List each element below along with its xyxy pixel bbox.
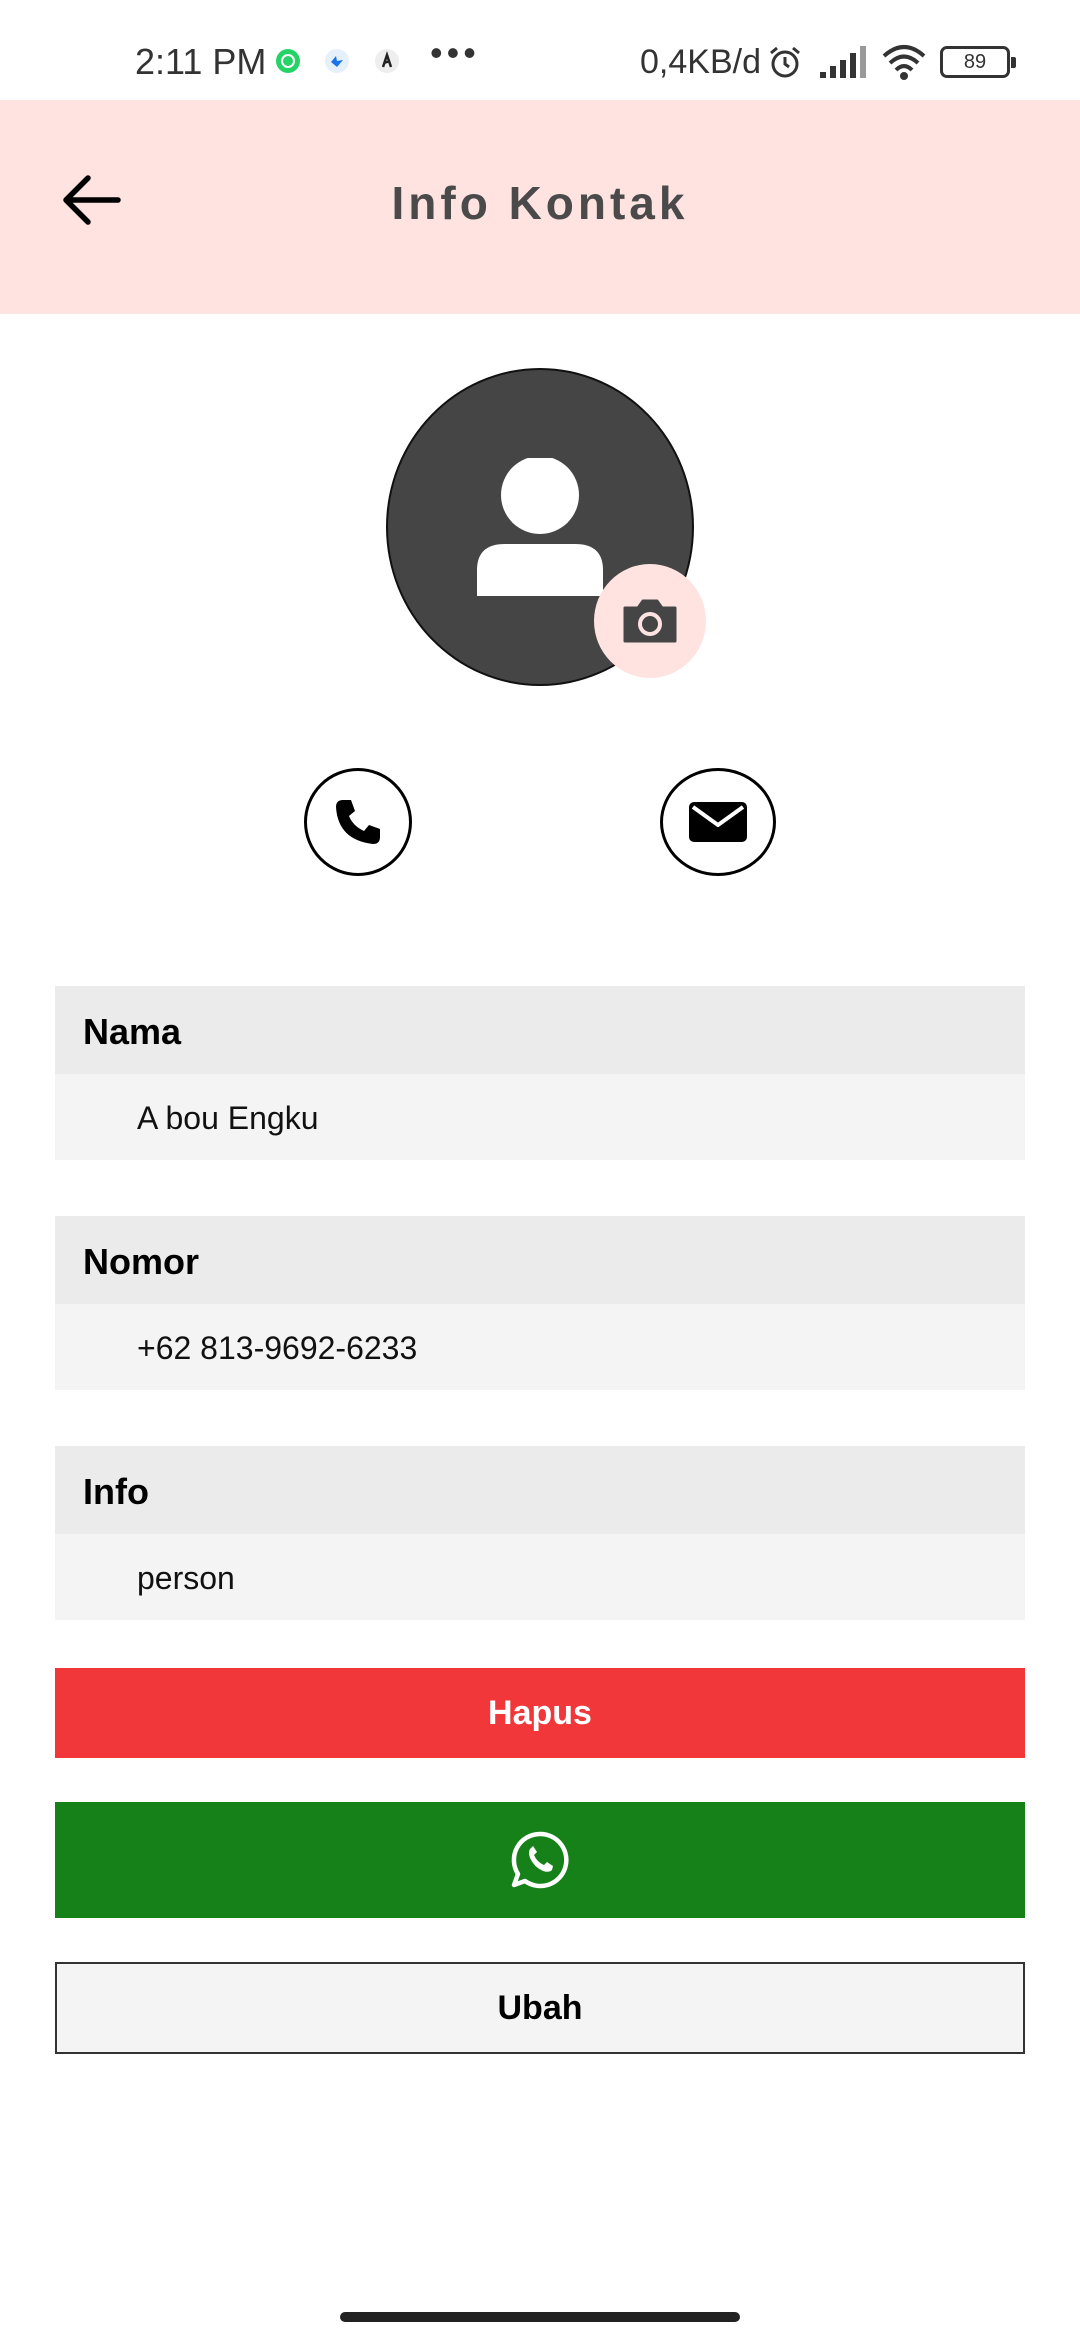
whatsapp-icon	[511, 1831, 569, 1889]
field-label: Info	[55, 1446, 1025, 1534]
arrow-left-icon	[63, 175, 121, 225]
home-indicator[interactable]	[340, 2312, 740, 2322]
more-notifications-indicator: •••	[430, 32, 480, 73]
info-card: Info person	[55, 1446, 1025, 1620]
app-bar: Info Kontak	[0, 100, 1080, 314]
status-time: 2:11 PM	[135, 41, 267, 82]
whatsapp-icon	[275, 48, 301, 74]
field-label: Nomor	[55, 1216, 1025, 1304]
change-photo-button[interactable]	[594, 564, 706, 678]
field-label: Nama	[55, 986, 1025, 1074]
mail-icon	[689, 802, 747, 842]
name-card: Nama A bou Engku	[55, 986, 1025, 1160]
battery-icon: 89	[940, 46, 1016, 78]
person-icon	[469, 456, 611, 600]
delete-button[interactable]: Hapus	[55, 1668, 1025, 1758]
field-value: person	[55, 1534, 1025, 1620]
whatsapp-button[interactable]	[55, 1802, 1025, 1918]
app-notification-icon	[324, 48, 350, 74]
edit-button[interactable]: Ubah	[55, 1962, 1025, 2054]
status-bar: 2:11 PM ••• 0,4KB/d 89	[0, 0, 1080, 100]
call-button[interactable]	[304, 768, 412, 876]
page-title: Info Kontak	[391, 177, 689, 229]
app-notification-icon-2	[374, 48, 400, 74]
number-card: Nomor +62 813-9692-6233	[55, 1216, 1025, 1390]
field-value: A bou Engku	[55, 1074, 1025, 1160]
phone-icon	[336, 800, 380, 844]
camera-icon	[623, 599, 677, 643]
signal-icon	[818, 44, 868, 80]
wifi-icon	[880, 42, 928, 82]
back-button[interactable]	[50, 160, 130, 240]
email-button[interactable]	[660, 768, 776, 876]
field-value: +62 813-9692-6233	[55, 1304, 1025, 1390]
alarm-icon	[767, 44, 803, 80]
network-speed: 0,4KB/d	[640, 43, 761, 81]
